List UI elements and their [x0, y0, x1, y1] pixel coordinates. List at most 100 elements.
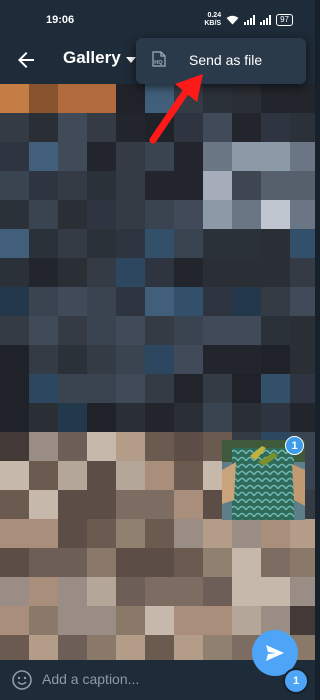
- photo-tile: [145, 287, 174, 316]
- photo-tile: [145, 606, 174, 635]
- photo-tile: [29, 432, 58, 461]
- emoji-icon[interactable]: [11, 669, 33, 691]
- photo-tile: [174, 229, 203, 258]
- photo-tile: [87, 258, 116, 287]
- photo-tile: [116, 287, 145, 316]
- send-icon: [266, 645, 284, 661]
- photo-tile: [261, 142, 290, 171]
- photo-tile: [261, 84, 290, 113]
- photo-tile: [290, 345, 315, 374]
- photo-tile: [145, 432, 174, 461]
- photo-tile: [290, 287, 315, 316]
- photo-tile: [261, 171, 290, 200]
- photo-tile: [87, 403, 116, 432]
- caption-input[interactable]: Add a caption...: [42, 671, 139, 687]
- photo-tile: [174, 374, 203, 403]
- photo-tile: [116, 345, 145, 374]
- photo-tile: [203, 316, 232, 345]
- photo-tile: [290, 84, 315, 113]
- photo-tile: [87, 200, 116, 229]
- photo-tile: [58, 287, 87, 316]
- photo-tile: [145, 316, 174, 345]
- send-count-badge: 1: [283, 668, 309, 694]
- photo-tile: [29, 606, 58, 635]
- signal-icon: [244, 15, 256, 25]
- photo-tile: [116, 229, 145, 258]
- photo-tile: [29, 548, 58, 577]
- photo-tile: [58, 84, 87, 113]
- photo-tile: [174, 461, 203, 490]
- status-icons: 0.24 KB/S 97: [204, 12, 293, 28]
- photo-tile: [232, 345, 261, 374]
- photo-tile: [58, 635, 87, 660]
- photo-tile: [116, 258, 145, 287]
- photo-tile: [58, 548, 87, 577]
- photo-tile: [290, 258, 315, 287]
- photo-tile: [174, 606, 203, 635]
- back-arrow-icon[interactable]: [14, 48, 38, 72]
- photo-tile: [0, 287, 29, 316]
- status-time: 19:06: [46, 14, 75, 26]
- photo-tile: [145, 345, 174, 374]
- photo-tile: [0, 403, 29, 432]
- photo-tile: [145, 258, 174, 287]
- photo-tile: [58, 461, 87, 490]
- send-as-file-item[interactable]: Send as file: [189, 52, 262, 68]
- photo-tile: [232, 316, 261, 345]
- photo-tile: [174, 200, 203, 229]
- photo-tile: [116, 113, 145, 142]
- photo-tile: [116, 519, 145, 548]
- photo-tile: [174, 316, 203, 345]
- photo-tile: [232, 287, 261, 316]
- photo-tile: [29, 345, 58, 374]
- gallery-title[interactable]: Gallery: [63, 48, 121, 68]
- status-bar: 19:06 0.24 KB/S 97: [0, 0, 315, 36]
- photo-tile: [261, 316, 290, 345]
- photo-tile: [290, 200, 315, 229]
- photo-tile: [145, 461, 174, 490]
- photo-tile: [58, 258, 87, 287]
- photo-tile: [116, 142, 145, 171]
- photo-tile: [29, 200, 58, 229]
- photo-tile: [87, 316, 116, 345]
- photo-tile: [0, 432, 29, 461]
- photo-tile: [174, 548, 203, 577]
- photo-tile: [29, 461, 58, 490]
- selection-count-badge[interactable]: 1: [285, 436, 304, 455]
- photo-tile: [87, 577, 116, 606]
- photo-tile: [203, 287, 232, 316]
- battery-icon: 97: [276, 14, 293, 26]
- photo-tile: [203, 374, 232, 403]
- photo-tile: [0, 490, 29, 519]
- photo-tile: [174, 345, 203, 374]
- photo-tile: [116, 577, 145, 606]
- photo-tile: [87, 171, 116, 200]
- photo-tile: [232, 258, 261, 287]
- photo-tile: [290, 142, 315, 171]
- photo-tile: [203, 345, 232, 374]
- photo-tile: [0, 171, 29, 200]
- hq-file-icon: HQ: [152, 51, 166, 67]
- photo-tile: [145, 635, 174, 660]
- photo-tile: [145, 548, 174, 577]
- photo-tile: [29, 229, 58, 258]
- photo-tile: [0, 577, 29, 606]
- photo-tile: [29, 113, 58, 142]
- photo-tile: [174, 519, 203, 548]
- photo-tile: [290, 374, 315, 403]
- photo-tile: [174, 432, 203, 461]
- photo-tile: [0, 548, 29, 577]
- dropdown-caret-icon[interactable]: [126, 57, 136, 63]
- photo-tile: [58, 142, 87, 171]
- photo-tile: [203, 229, 232, 258]
- photo-tile: [232, 113, 261, 142]
- photo-tile: [87, 84, 116, 113]
- photo-tile: [58, 113, 87, 142]
- photo-tile: [290, 316, 315, 345]
- photo-tile: [0, 258, 29, 287]
- photo-tile: [58, 403, 87, 432]
- signal-icon-2: [260, 15, 272, 25]
- photo-tile: [0, 142, 29, 171]
- photo-tile: [87, 229, 116, 258]
- photo-tile: [116, 200, 145, 229]
